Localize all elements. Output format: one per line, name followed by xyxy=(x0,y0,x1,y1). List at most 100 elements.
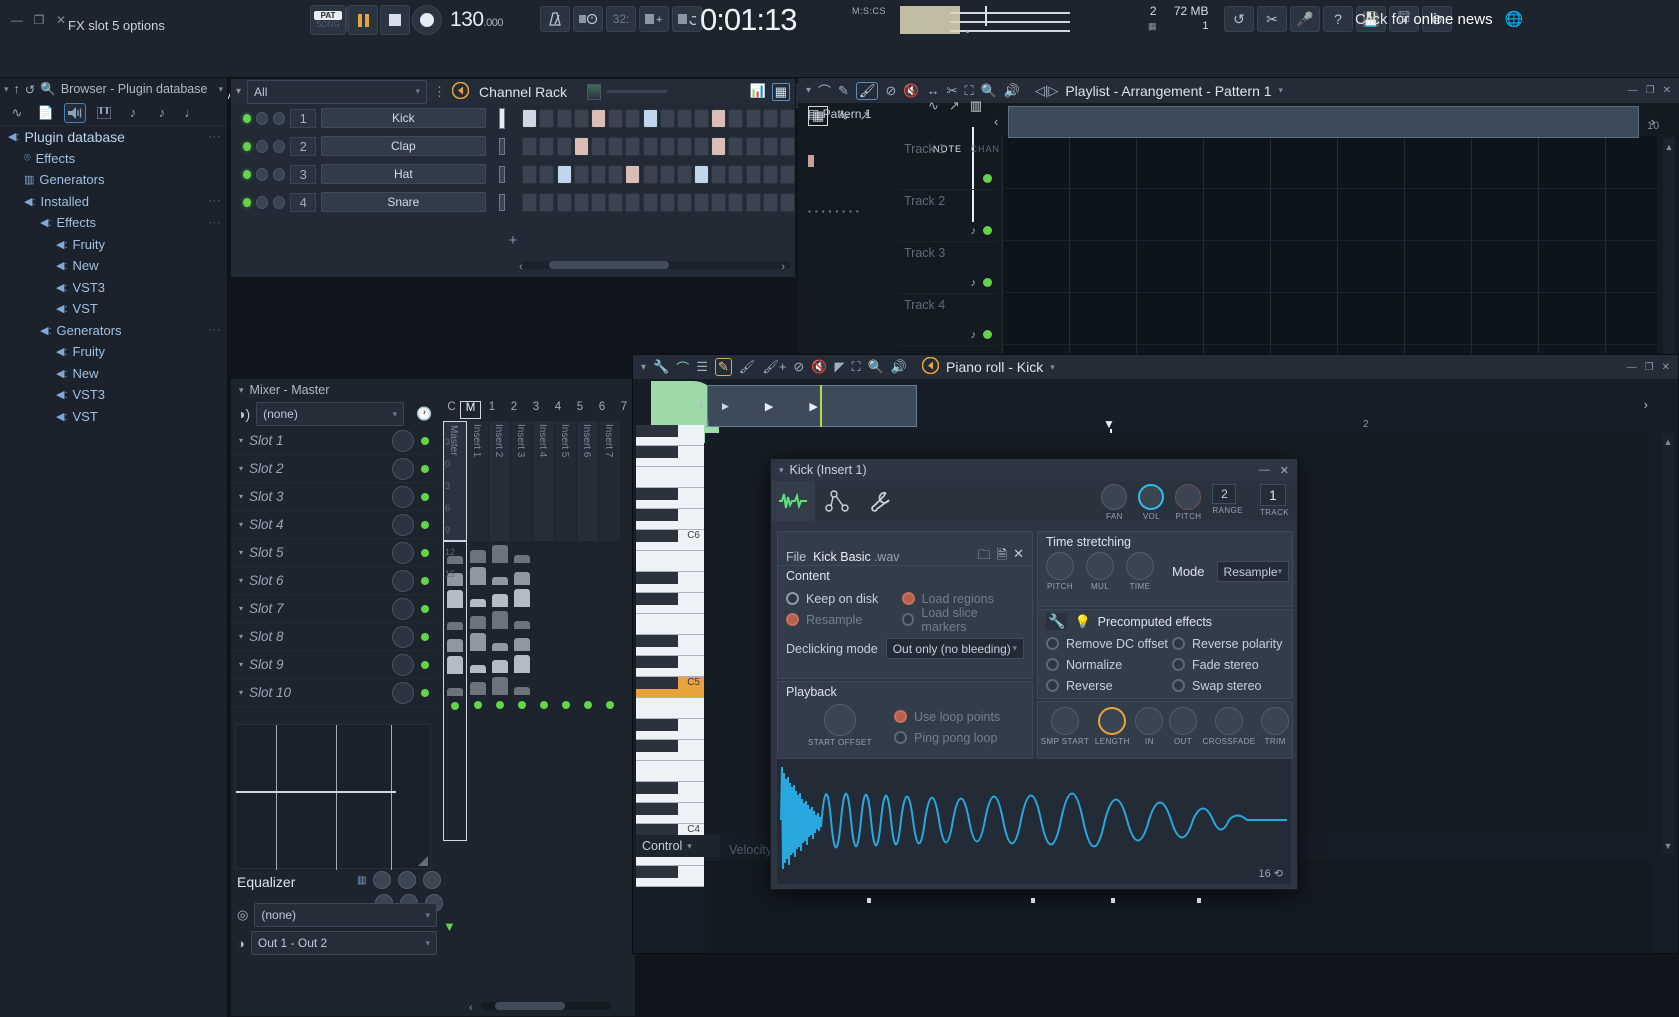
step-button[interactable] xyxy=(694,136,710,156)
graph-editor-icon[interactable]: 📊 xyxy=(750,83,766,101)
pattern-song-toggle[interactable]: PAT SONG xyxy=(310,5,346,35)
step-button[interactable] xyxy=(676,136,692,156)
zoom-icon[interactable]: 🔍 xyxy=(868,359,884,375)
chevron-down-icon[interactable]: ▾ xyxy=(239,660,243,669)
piano-black-key[interactable] xyxy=(636,656,678,668)
pitch-knob[interactable] xyxy=(1175,484,1202,510)
generators-icon[interactable] xyxy=(93,103,115,123)
back-arrow-icon[interactable]: ↺ xyxy=(25,82,35,97)
scroll-right-icon[interactable]: › xyxy=(1644,397,1648,412)
volume-knob[interactable] xyxy=(1138,484,1165,510)
mixer-track-number[interactable]: 3 xyxy=(525,401,547,419)
ts-mul-knob[interactable] xyxy=(1086,552,1114,580)
browser-tree-item[interactable]: ◀: VST3 xyxy=(0,277,227,299)
keyboard-editor-icon[interactable]: ▦ xyxy=(771,82,790,101)
playlist-vscrollbar[interactable]: ▲ xyxy=(1663,138,1675,354)
start-offset-knob[interactable] xyxy=(824,704,856,736)
mixer-clock-icon[interactable]: 🕐 xyxy=(416,406,432,422)
piano-black-key[interactable] xyxy=(636,488,678,500)
mixer-strip-led[interactable] xyxy=(496,701,504,709)
piano-key[interactable] xyxy=(636,635,704,656)
mixer-strip-led[interactable] xyxy=(451,702,459,710)
magnet-icon[interactable]: ⌒ xyxy=(676,358,689,377)
step-button[interactable] xyxy=(573,164,589,184)
browser-tree-item[interactable]: ◀: Fruity xyxy=(0,341,227,363)
chevron-down-icon[interactable]: ▾ xyxy=(806,85,811,96)
channel-enable-led[interactable] xyxy=(243,141,252,151)
mixer-slot[interactable]: ▾ Slot 4 xyxy=(231,511,437,539)
zoom-icon[interactable]: 🔍 xyxy=(981,83,997,99)
mixer-slot[interactable]: ▾ Slot 10 xyxy=(231,679,437,707)
bulb-icon[interactable]: 💡 xyxy=(1074,614,1090,630)
fade-stereo-option[interactable]: Fade stereo xyxy=(1172,654,1282,675)
piano-black-key[interactable] xyxy=(636,782,678,794)
mixer-track-strip[interactable]: Insert 3 xyxy=(511,421,533,541)
step-button[interactable] xyxy=(556,192,572,212)
step-button[interactable] xyxy=(745,164,761,184)
ts-pitch-knob[interactable] xyxy=(1046,552,1074,580)
smp-start-knob[interactable] xyxy=(1051,707,1080,735)
piano-black-key[interactable] xyxy=(636,530,678,542)
mixer-track-strip[interactable]: Insert 4 xyxy=(533,421,555,541)
channel-volume-knob[interactable] xyxy=(273,195,286,209)
window-close-button[interactable]: ✕ xyxy=(1663,85,1671,96)
window-minimize-button[interactable]: — xyxy=(8,12,26,28)
use-loop-points-option[interactable]: Use loop points xyxy=(894,706,1000,727)
mixer-slot[interactable]: ▾ Slot 5 xyxy=(231,539,437,567)
step-button[interactable] xyxy=(780,136,795,156)
window-close-button[interactable]: ✕ xyxy=(1662,362,1670,373)
channel-filter-select[interactable]: All ▾ xyxy=(247,79,428,104)
mixer-slot[interactable]: ▾ Slot 3 xyxy=(231,483,437,511)
channel-number[interactable]: 2 xyxy=(290,136,317,156)
mixer-track-number[interactable]: 5 xyxy=(569,401,591,419)
step-button[interactable] xyxy=(539,108,555,128)
paint-icon[interactable]: 🖌 xyxy=(855,81,879,100)
window-maximize-button[interactable]: ❐ xyxy=(30,12,48,28)
online-news-link[interactable]: Click for online news 🌐 xyxy=(1355,10,1523,28)
window-maximize-button[interactable]: ❐ xyxy=(1646,85,1655,96)
step-button[interactable] xyxy=(780,164,795,184)
waveform-display[interactable]: 16 ⟲ xyxy=(777,759,1291,884)
mixer-slot-led[interactable] xyxy=(421,492,429,501)
mixer-slot-knob[interactable] xyxy=(392,597,414,620)
note-icon[interactable]: ♪ xyxy=(122,103,144,123)
add-channel-button[interactable]: + xyxy=(231,232,795,249)
note-icon[interactable]: ♪ xyxy=(971,277,977,289)
step-button[interactable] xyxy=(573,108,589,128)
piano-black-key[interactable] xyxy=(636,635,678,647)
mute-icon[interactable]: 🔇 xyxy=(811,359,827,375)
tree-expand-dots[interactable]: ⋯ xyxy=(208,322,227,338)
mixer-fader-strip[interactable] xyxy=(577,541,599,841)
wait-for-input-icon[interactable] xyxy=(573,6,603,32)
scroll-left-icon[interactable]: ‹ xyxy=(994,114,998,129)
chevron-down-icon[interactable]: ▾ xyxy=(218,84,223,95)
browser-tree-item[interactable]: ◀: New xyxy=(0,363,227,385)
piano-black-key[interactable] xyxy=(636,509,678,521)
mixer-track-strip[interactable]: Insert 7 xyxy=(599,421,621,541)
step-button[interactable] xyxy=(728,164,744,184)
in-knob[interactable] xyxy=(1135,707,1164,735)
scroll-left-icon[interactable]: ‹ xyxy=(699,397,703,412)
chevron-down-icon[interactable]: ▾ xyxy=(239,688,243,697)
browser-tree-item[interactable]: ◀: VST3 xyxy=(0,384,227,406)
step-button[interactable] xyxy=(556,136,572,156)
piano-key[interactable] xyxy=(636,719,704,740)
mixer-track-strip[interactable]: Insert 5 xyxy=(555,421,577,541)
keep-on-disk-option[interactable]: Keep on disk xyxy=(786,588,902,609)
piano-black-key[interactable] xyxy=(636,425,678,437)
mixer-slot-led[interactable] xyxy=(421,660,429,669)
declicking-select[interactable]: Out only (no bleeding) ▾ xyxy=(885,638,1024,659)
step-button[interactable] xyxy=(659,192,675,212)
chevron-down-icon[interactable]: ▾ xyxy=(239,520,243,529)
tree-expand-dots[interactable]: ⋯ xyxy=(208,215,227,231)
step-count-icon[interactable]: 32: xyxy=(606,6,636,32)
mixer-slot-knob[interactable] xyxy=(392,653,414,676)
channel-pan-knob[interactable] xyxy=(256,139,269,153)
step-button[interactable] xyxy=(573,136,589,156)
remove-dc-offset-option[interactable]: Remove DC offset xyxy=(1046,633,1172,654)
metronome-icon[interactable] xyxy=(540,6,570,32)
mixer-strip-led[interactable] xyxy=(474,701,482,709)
note-icon[interactable]: ♪ xyxy=(971,329,977,341)
tree-expand-dots[interactable]: ⋯ xyxy=(208,193,227,209)
channel-volume-knob[interactable] xyxy=(273,111,286,125)
